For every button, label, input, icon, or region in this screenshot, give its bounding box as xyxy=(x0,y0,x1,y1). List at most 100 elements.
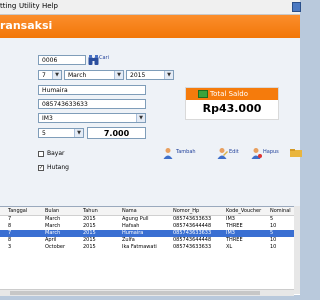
cell-nama: Agung Pull xyxy=(122,216,149,222)
bayar-checkbox[interactable] xyxy=(38,151,44,157)
folder-icon xyxy=(290,149,302,157)
cell-bulan: March xyxy=(45,223,61,229)
table-row[interactable]: 8 April 2015 Zulfa 085743644448 THREE 10 xyxy=(0,237,300,244)
cell-nama: Zulfa xyxy=(122,237,135,243)
year-select[interactable]: 2015 ▼ xyxy=(126,70,174,80)
cell-nomor-hp: 085743644448 xyxy=(173,237,212,243)
nama-input[interactable]: Humaira xyxy=(38,85,146,95)
voucher-value: IM3 xyxy=(42,115,53,122)
cell-nomor-hp: 085743633633 xyxy=(173,244,212,250)
binoculars-icon[interactable] xyxy=(88,54,99,66)
day-value: 7 xyxy=(42,72,46,79)
month-value: March xyxy=(68,72,87,79)
edit-label: Edit xyxy=(229,149,239,155)
cell-bulan: March xyxy=(45,230,61,236)
cell-nomor-hp: 085743633633 xyxy=(173,216,212,222)
day-select[interactable]: 7 ▼ xyxy=(38,70,62,80)
amount-field: 7.000 xyxy=(87,127,146,139)
total-saldo-panel: Total Saldo Rp43.000 xyxy=(185,87,279,120)
chevron-down-icon[interactable]: ▼ xyxy=(164,71,173,79)
column-header[interactable]: Kode_Voucher xyxy=(226,207,261,215)
cell-nominal: 10 xyxy=(270,223,277,229)
cell-nominal: 5 xyxy=(270,216,274,222)
table-row[interactable]: 7 March 2015 Agung Pull 085743633633 IM3… xyxy=(0,216,300,223)
cell-tahun: 2015 xyxy=(83,244,96,250)
menu-help[interactable]: Help xyxy=(42,2,58,11)
cell-tanggal: 7 xyxy=(8,230,12,236)
column-header[interactable]: Bulan xyxy=(45,207,59,215)
money-icon xyxy=(198,90,208,98)
cell-nominal: 10 xyxy=(270,237,277,243)
saldo-title: Total Saldo xyxy=(210,90,248,98)
saldo-header: Total Saldo xyxy=(186,88,278,100)
horizontal-scrollbar[interactable] xyxy=(0,289,294,296)
column-header[interactable]: Tahun xyxy=(83,207,98,215)
cell-tahun: 2015 xyxy=(83,223,96,229)
page-header: ransaksi xyxy=(0,15,300,38)
exit-button[interactable] xyxy=(290,147,302,161)
cell-nomor-hp: 085743633633 xyxy=(173,230,212,236)
table-row-selected[interactable]: 7 March 2015 Humaira 085743633633 IM3 5 xyxy=(0,230,300,237)
nominal-select[interactable]: 5 ▼ xyxy=(38,128,84,138)
table-row[interactable]: 3 October 2015 Ika Fatmawati 08574363363… xyxy=(0,244,300,251)
column-header[interactable]: Nama xyxy=(122,207,137,215)
cell-nominal: 5 xyxy=(270,230,274,236)
cell-tahun: 2015 xyxy=(83,216,96,222)
column-header[interactable]: Nominal xyxy=(270,207,291,215)
kode-input[interactable]: 0006 xyxy=(38,55,86,65)
cell-kode-voucher: THREE xyxy=(226,237,243,243)
menu-setting[interactable]: tting xyxy=(0,2,16,11)
saldo-value: Rp43.000 xyxy=(202,102,262,115)
cell-nomor-hp: 085743644448 xyxy=(173,223,212,229)
cell-kode-voucher: IM3 xyxy=(226,216,235,222)
hutang-checkbox[interactable]: ✓ xyxy=(38,165,44,171)
cell-tanggal: 8 xyxy=(8,223,12,229)
menu-bar: tting Utility Help xyxy=(0,0,301,15)
column-header[interactable]: Nomor_Hp xyxy=(173,207,199,215)
nominal-value: 5 xyxy=(42,130,46,137)
delete-user-icon xyxy=(251,148,262,159)
transaction-table[interactable]: Tanggal Bulan Tahun Nama Nomor_Hp Kode_V… xyxy=(0,206,300,295)
chevron-down-icon[interactable]: ▼ xyxy=(136,114,145,122)
voucher-select[interactable]: IM3 ▼ xyxy=(38,113,146,123)
bayar-label[interactable]: Bayar xyxy=(47,150,65,158)
scrollbar-thumb[interactable] xyxy=(10,291,260,295)
cell-nama: Hafsah xyxy=(122,223,140,229)
year-value: 2015 xyxy=(130,72,146,79)
nomor-hp-input[interactable]: 085743633633 xyxy=(38,99,146,109)
table-header: Tanggal Bulan Tahun Nama Nomor_Hp Kode_V… xyxy=(0,207,300,216)
cell-nominal: 10 xyxy=(270,244,277,250)
tambah-button[interactable]: Tambah xyxy=(162,147,202,161)
edit-button[interactable]: Edit xyxy=(216,147,242,161)
hapus-button[interactable]: Hapus xyxy=(250,147,284,161)
cari-button-label[interactable]: Cari xyxy=(99,55,109,61)
cell-kode-voucher: IM3 xyxy=(226,230,235,236)
cell-tanggal: 7 xyxy=(8,216,12,222)
menu-utility[interactable]: Utility xyxy=(19,2,40,11)
cell-nama: Humaira xyxy=(122,230,144,236)
cell-tahun: 2015 xyxy=(83,230,96,236)
cell-bulan: October xyxy=(45,244,66,250)
chevron-down-icon[interactable]: ▼ xyxy=(52,71,61,79)
cell-tanggal: 3 xyxy=(8,244,12,250)
cell-bulan: April xyxy=(45,237,57,243)
vertical-scrollbar[interactable] xyxy=(294,206,300,294)
cell-bulan: March xyxy=(45,216,61,222)
cell-nama: Ika Fatmawati xyxy=(122,244,157,250)
cell-kode-voucher: XL xyxy=(226,244,233,250)
tambah-label: Tambah xyxy=(176,149,196,155)
cell-kode-voucher: THREE xyxy=(226,223,243,229)
chevron-down-icon[interactable]: ▼ xyxy=(114,71,123,79)
month-select[interactable]: March ▼ xyxy=(64,70,124,80)
cell-tanggal: 8 xyxy=(8,237,12,243)
app-icon xyxy=(292,2,301,12)
hapus-label: Hapus xyxy=(263,149,279,155)
column-header[interactable]: Tanggal xyxy=(8,207,27,215)
hutang-label[interactable]: Hutang xyxy=(47,164,69,172)
chevron-down-icon[interactable]: ▼ xyxy=(74,129,83,137)
page-title: ransaksi xyxy=(0,19,53,32)
add-user-icon xyxy=(163,148,173,159)
edit-user-icon xyxy=(217,148,228,159)
table-row[interactable]: 8 March 2015 Hafsah 085743644448 THREE 1… xyxy=(0,223,300,230)
cell-tahun: 2015 xyxy=(83,237,96,243)
